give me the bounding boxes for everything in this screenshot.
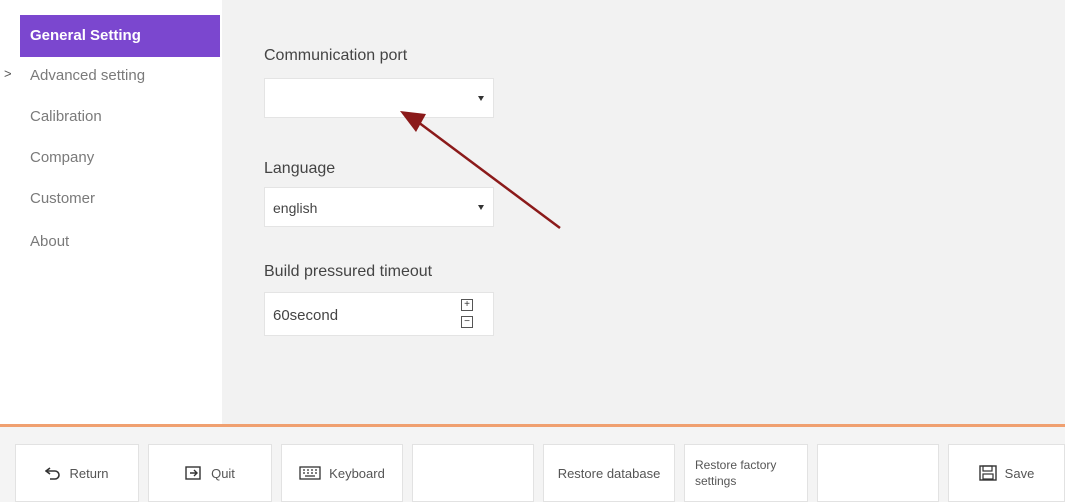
sidebar-item-label: Calibration <box>30 108 102 125</box>
empty-toolbar-slot[interactable] <box>412 444 534 502</box>
sidebar-item-company[interactable]: Company <box>20 138 220 178</box>
keyboard-label: Keyboard <box>329 465 385 481</box>
sidebar-item-customer[interactable]: Customer <box>20 179 220 219</box>
restore-database-label: Restore database <box>557 465 661 481</box>
language-select[interactable]: english <box>264 187 494 227</box>
caret-down-icon <box>478 96 484 101</box>
timeout-stepper[interactable]: 60second + − <box>264 292 494 336</box>
comm-port-select[interactable] <box>264 78 494 118</box>
restore-factory-settings-button[interactable]: Restore factory settings <box>684 444 808 502</box>
restore-factory-label: Restore factory settings <box>695 458 777 488</box>
empty-toolbar-slot[interactable] <box>817 444 939 502</box>
caret-down-icon <box>478 205 484 210</box>
minus-icon[interactable]: − <box>461 316 473 328</box>
chevron-right-icon[interactable]: > <box>4 66 12 81</box>
sidebar-item-label: Company <box>30 149 95 166</box>
sidebar-item-about[interactable]: About <box>20 222 220 262</box>
sidebar-item-label: Advanced setting <box>30 67 146 84</box>
comm-port-label: Communication port <box>264 47 408 64</box>
sidebar-item-calibration[interactable]: Calibration <box>20 97 220 137</box>
language-value: english <box>273 200 318 216</box>
restore-database-button[interactable]: Restore database <box>543 444 675 502</box>
return-button[interactable]: Return <box>15 444 139 502</box>
return-label: Return <box>69 465 109 481</box>
timeout-value[interactable]: 60second <box>273 307 338 324</box>
sidebar-item-label: About <box>30 233 70 250</box>
quit-label: Quit <box>211 465 235 481</box>
keyboard-icon <box>299 466 321 480</box>
sidebar-item-label: General Setting <box>30 27 141 44</box>
floppy-disk-icon <box>978 465 997 481</box>
exit-icon <box>185 466 201 480</box>
sidebar: General Setting > Advanced setting Calib… <box>0 0 222 424</box>
language-label: Language <box>264 160 336 177</box>
save-label: Save <box>1004 465 1035 481</box>
settings-window: General Setting > Advanced setting Calib… <box>0 0 1065 502</box>
sidebar-item-advanced-setting[interactable]: Advanced setting <box>20 56 220 96</box>
sidebar-item-general-setting[interactable]: General Setting <box>20 15 220 57</box>
quit-button[interactable]: Quit <box>148 444 272 502</box>
settings-panel: Communication port Language english Buil… <box>222 0 1065 424</box>
timeout-label: Build pressured timeout <box>264 263 433 280</box>
save-button[interactable]: Save <box>948 444 1065 502</box>
plus-icon[interactable]: + <box>461 299 473 311</box>
bottom-toolbar: Return Quit Keyboard Restore database Re… <box>0 427 1065 502</box>
sidebar-item-label: Customer <box>30 190 96 207</box>
return-arrow-icon <box>45 467 61 480</box>
keyboard-button[interactable]: Keyboard <box>281 444 403 502</box>
